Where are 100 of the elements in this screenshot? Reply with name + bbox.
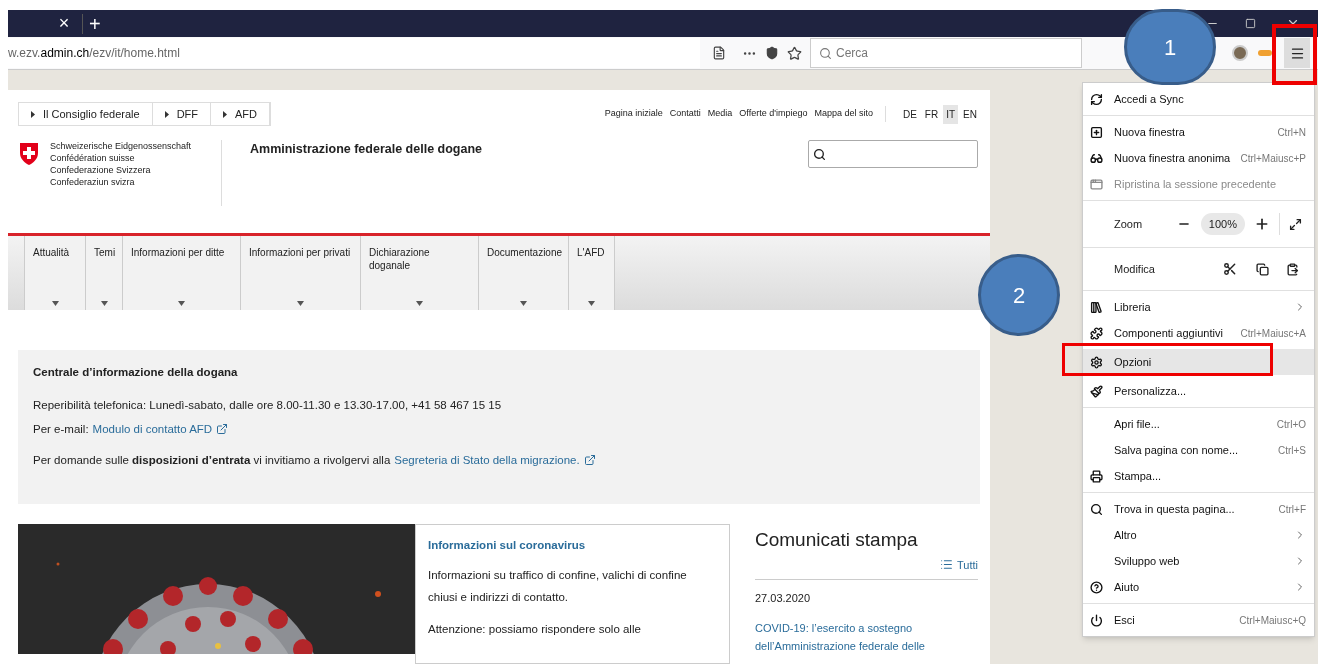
language-link[interactable]: DE xyxy=(899,104,920,124)
new-window-icon xyxy=(1090,125,1103,139)
breadcrumb-link[interactable]: DFF xyxy=(152,103,211,125)
menu-item[interactable]: Personalizza... xyxy=(1083,378,1314,404)
menu-label: Modifica xyxy=(1114,261,1156,277)
info-text: Per domande sulle disposizioni d’entrata vi invitiamo a rivolgervi alla xyxy=(33,452,391,468)
caret-icon xyxy=(223,110,227,118)
press-title: Comunicati stampa xyxy=(755,528,919,552)
caret-icon xyxy=(520,301,527,306)
help-icon xyxy=(1090,580,1103,594)
url-field[interactable]: w.ezv.admin.ch/ezv/it/home.html xyxy=(8,38,700,68)
feature-text: Attenzione: possiamo rispondere solo alle xyxy=(428,622,642,638)
caret-icon xyxy=(297,301,304,306)
info-text: Reperibilità telefonica: Lunedì-sabato, dalle ore 8.00-11.30 e 13.30-17.00, +41 58 467 15 15 xyxy=(33,398,503,414)
menu-item[interactable]: Libreria xyxy=(1083,294,1314,320)
top-link[interactable]: Media xyxy=(707,107,733,121)
language-link[interactable]: FR xyxy=(921,104,942,124)
search-placeholder: Cerca xyxy=(836,45,868,62)
caret-icon xyxy=(178,301,185,306)
search-icon xyxy=(1090,502,1103,516)
menu-label: Zoom xyxy=(1114,216,1144,232)
top-link[interactable]: Mappa del sito xyxy=(814,107,873,121)
menu-button[interactable] xyxy=(1284,38,1310,68)
all-link[interactable]: Tutti xyxy=(957,556,978,573)
reader-icon[interactable] xyxy=(712,46,726,60)
menu-item[interactable]: Accedi a Sync xyxy=(1083,86,1314,112)
menu-item[interactable]: Nuova finestra Ctrl+N xyxy=(1083,119,1314,145)
search-icon xyxy=(813,147,826,161)
fullscreen-icon xyxy=(1288,217,1302,231)
logo-text: Confederazione Svizzera xyxy=(50,164,152,176)
caret-icon xyxy=(416,301,423,306)
press-date: 27.03.2020 xyxy=(755,591,812,606)
plus-icon xyxy=(1254,216,1270,232)
restore-icon[interactable] xyxy=(1245,18,1256,29)
feature-title[interactable]: Informazioni sul coronavirus xyxy=(428,537,717,555)
migration-link[interactable]: Segreteria di Stato della migrazione. xyxy=(394,451,580,469)
top-link[interactable]: Offerte d'impiego xyxy=(739,107,808,121)
language-link[interactable]: EN xyxy=(960,104,980,124)
caret-icon xyxy=(31,110,35,118)
logo-text: Confederaziun svizra xyxy=(50,176,136,188)
caret-icon xyxy=(100,301,108,306)
logo-text: Schweizerische Eidgenossenschaft xyxy=(50,140,193,152)
logo-text: Confédération suisse xyxy=(50,152,136,164)
nav-tab[interactable]: Informazioni per ditte xyxy=(123,236,241,310)
menu-item[interactable]: Apri file... Ctrl+O xyxy=(1083,411,1314,437)
menu-item[interactable]: Sviluppo web xyxy=(1083,548,1314,574)
contact-link[interactable]: Modulo di contatto AFD xyxy=(92,420,213,438)
star-icon[interactable] xyxy=(787,45,802,61)
nav-tab[interactable]: Dichiarazione doganale xyxy=(361,236,479,310)
glasses-icon xyxy=(1090,151,1103,165)
press-link[interactable]: COVID-19: l’esercito a sostegno dell’Amministrazione federale delle xyxy=(755,618,978,655)
copy-icon xyxy=(1255,262,1269,276)
nav-tab[interactable]: Documentazione xyxy=(479,236,569,310)
info-text: Per e-mail: xyxy=(33,421,89,437)
sync-icon xyxy=(1090,92,1103,106)
caret-icon xyxy=(164,110,169,118)
nav-tab[interactable]: Temi xyxy=(86,236,123,310)
nav-tab[interactable]: Attualità xyxy=(24,236,86,310)
new-tab-button[interactable]: + xyxy=(82,13,101,34)
site-title: Amministrazione federale delle dogane xyxy=(250,141,483,158)
top-link[interactable]: Pagina iniziale xyxy=(604,107,663,121)
swiss-flag-icon xyxy=(20,143,38,165)
scissors-icon xyxy=(1223,262,1237,276)
menu-item[interactable]: Esci Ctrl+Maiusc+Q xyxy=(1083,607,1314,633)
site-search-field[interactable] xyxy=(808,140,978,168)
highlight-frame xyxy=(1272,24,1317,85)
puzzle-icon xyxy=(1090,326,1103,340)
caret-icon xyxy=(588,301,595,306)
feature-text: Informazioni su traffico di confine, valichi di confine chiusi e indirizzi di contatto. xyxy=(428,568,688,606)
zoom-reset-button[interactable]: 100% xyxy=(1200,213,1245,235)
tab-close-button[interactable]: × xyxy=(52,10,76,37)
clipboard-icon xyxy=(1285,262,1299,276)
power-icon xyxy=(1090,613,1103,627)
top-link[interactable]: Contatti xyxy=(669,107,701,121)
menu-item[interactable]: Altro xyxy=(1083,522,1314,548)
external-link-icon xyxy=(583,454,596,467)
menu-item[interactable]: Opzioni xyxy=(1083,349,1314,375)
breadcrumb-link[interactable]: AFD xyxy=(211,103,270,125)
info-title: Centrale d’informazione della dogana xyxy=(33,365,239,380)
language-link[interactable]: IT xyxy=(943,104,959,124)
list-icon xyxy=(940,558,953,572)
menu-item[interactable]: Nuova finestra anonima Ctrl+Maiusc+P xyxy=(1083,145,1314,171)
menu-item[interactable]: Salva pagina con nome... Ctrl+S xyxy=(1083,437,1314,463)
settings-icon xyxy=(1090,355,1103,369)
extension-icon[interactable] xyxy=(1232,45,1248,61)
search-field[interactable]: Cerca xyxy=(810,38,1082,68)
menu-item[interactable]: Trova in questa pagina... Ctrl+F xyxy=(1083,496,1314,522)
search-icon xyxy=(819,46,832,60)
external-link-icon xyxy=(216,423,229,436)
nav-tab[interactable]: L'AFD xyxy=(569,236,615,310)
breadcrumb-link[interactable]: Il Consiglio federale xyxy=(19,103,153,125)
pocket-icon[interactable] xyxy=(765,46,779,60)
menu-item[interactable]: Componenti aggiuntivi Ctrl+Maiusc+A xyxy=(1083,320,1314,346)
brush-icon xyxy=(1090,384,1103,398)
nav-tab[interactable]: Informazioni per privati xyxy=(241,236,361,310)
window-icon xyxy=(1090,177,1103,191)
menu-item[interactable]: Stampa... xyxy=(1083,463,1314,489)
caret-icon xyxy=(51,301,59,306)
printer-icon xyxy=(1090,469,1103,483)
menu-item[interactable]: Aiuto xyxy=(1083,574,1314,600)
